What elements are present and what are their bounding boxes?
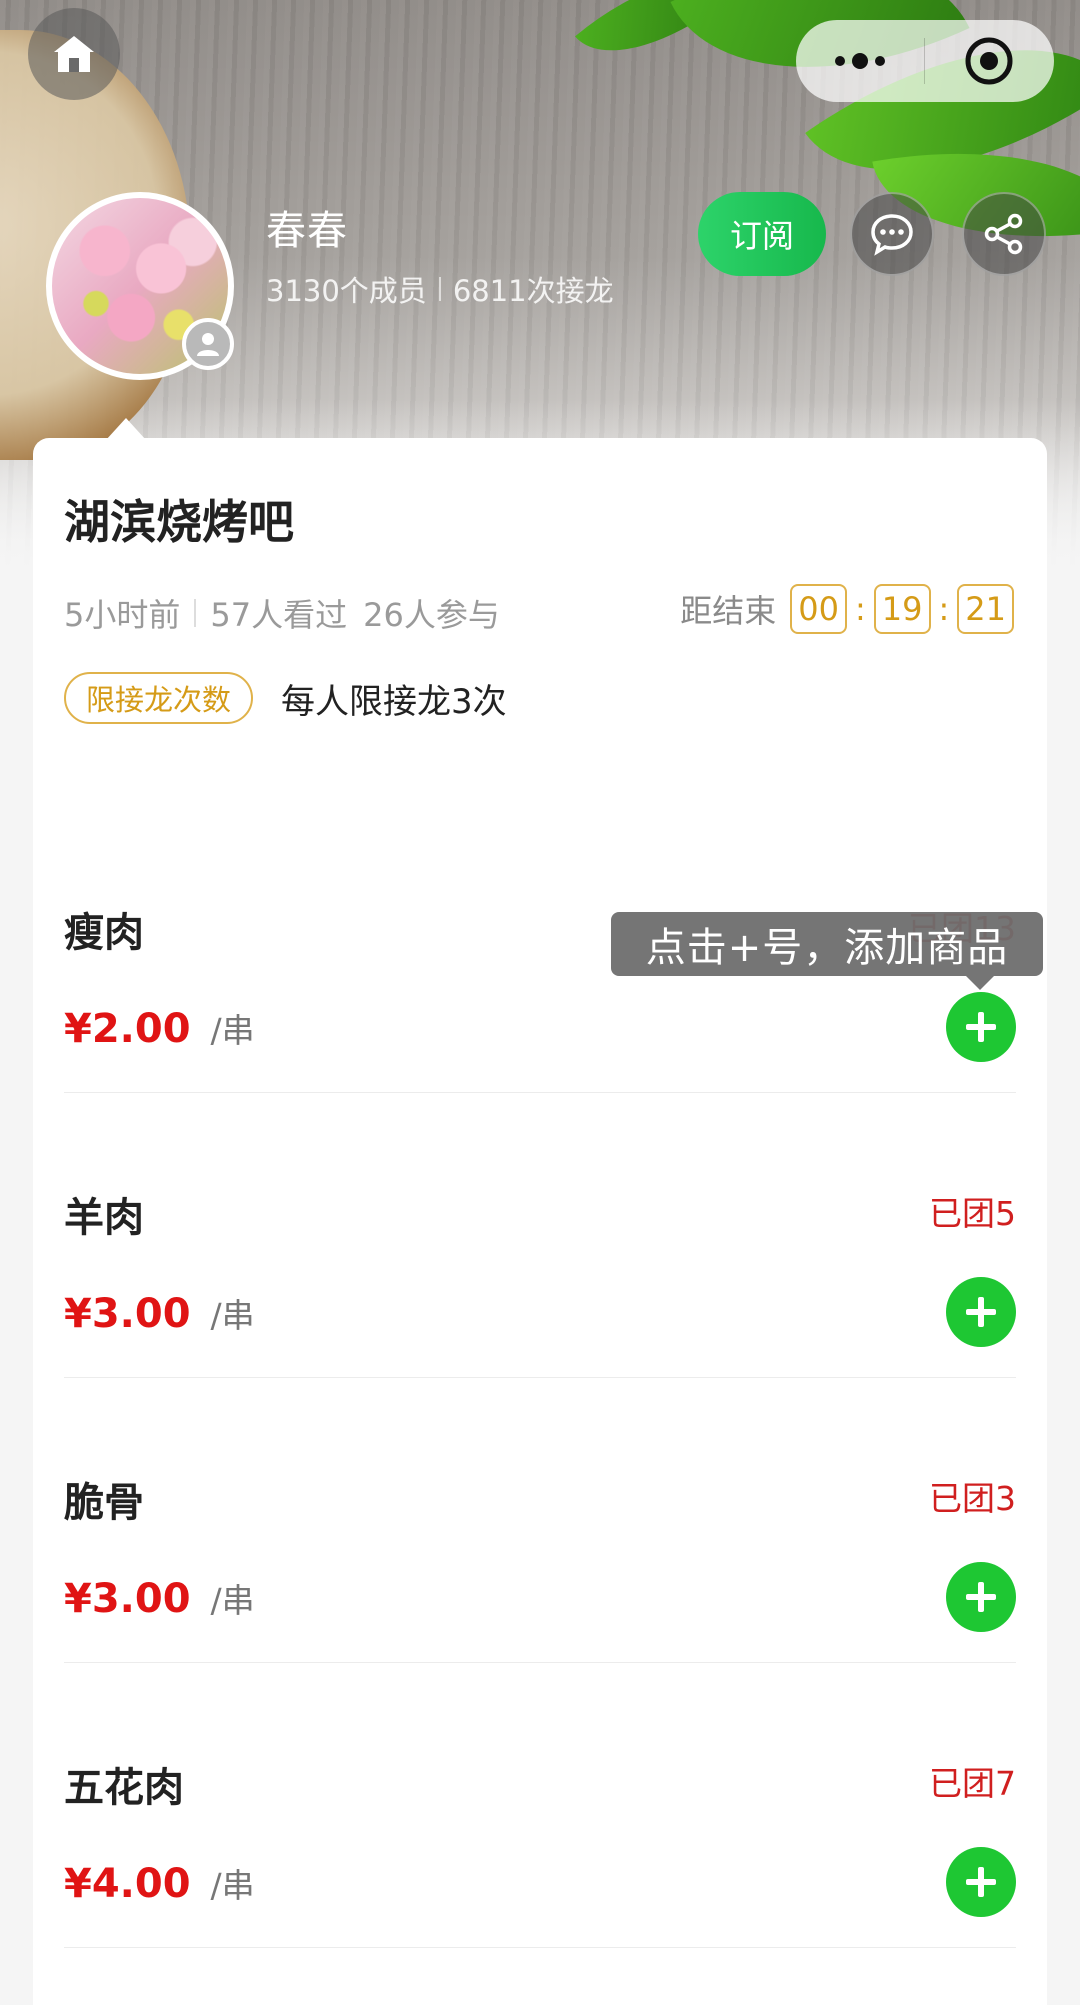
join-count: 6811次接龙 (452, 274, 614, 308)
meta-divider (194, 599, 197, 627)
limit-tag: 限接龙次数 (64, 672, 254, 724)
close-miniprogram-button[interactable] (925, 20, 1053, 102)
miniprogram-capsule (796, 20, 1054, 102)
target-icon (965, 37, 1013, 85)
share-icon (984, 213, 1023, 255)
item-divider (64, 1662, 1016, 1663)
countdown-seconds: 21 (957, 584, 1014, 634)
product-price: ¥3.00 (64, 1576, 191, 1622)
posted-time: 5小时前 (64, 596, 181, 634)
plus-icon (966, 1867, 996, 1897)
countdown-label: 距结束 (680, 592, 777, 630)
product-name: 羊肉 (64, 1195, 144, 1241)
limit-row: 限接龙次数 每人限接龙3次 (64, 672, 507, 724)
product-price: ¥2.00 (64, 1006, 191, 1052)
item-divider (64, 1947, 1016, 1948)
product-price-row: ¥4.00 /串 (64, 1859, 255, 1907)
product-unit: /串 (210, 1581, 255, 1620)
limit-text: 每人限接龙3次 (281, 681, 507, 722)
profile-name: 春春 (266, 208, 348, 254)
stat-divider (438, 277, 441, 301)
product-price-row: ¥3.00 /串 (64, 1574, 255, 1622)
item-divider (64, 1092, 1016, 1093)
chat-button[interactable] (850, 192, 934, 276)
product-unit: /串 (210, 1866, 255, 1905)
product-joined-count: 已团7 (929, 1764, 1016, 1803)
product-price: ¥4.00 (64, 1861, 191, 1907)
add-product-button[interactable] (946, 1277, 1016, 1347)
add-product-button[interactable] (946, 1562, 1016, 1632)
group-title: 湖滨烧烤吧 (64, 495, 294, 549)
countdown: 距结束 00 : 19 : 21 (680, 584, 1014, 634)
chat-icon (871, 214, 913, 256)
product-joined-count: 已团5 (929, 1194, 1016, 1233)
add-product-button[interactable] (946, 1847, 1016, 1917)
product-joined-count: 已团3 (929, 1479, 1016, 1518)
subscribe-button[interactable]: 订阅 (698, 192, 826, 276)
plus-icon (966, 1297, 996, 1327)
product-price-row: ¥2.00 /串 (64, 1004, 255, 1052)
avatar-badge (182, 318, 234, 370)
card-notch (106, 418, 146, 440)
share-button[interactable] (962, 192, 1046, 276)
product-unit: /串 (210, 1011, 255, 1050)
home-button[interactable] (28, 8, 120, 100)
member-count: 3130个成员 (266, 274, 427, 308)
countdown-minutes: 19 (873, 584, 931, 634)
group-meta: 5小时前 57人看过 26人参与 (64, 590, 500, 636)
product-item: 羊肉 已团5 ¥3.00 /串 (64, 1185, 1016, 1470)
product-item: 脆骨 已团3 ¥3.00 /串 (64, 1470, 1016, 1755)
countdown-hours: 00 (790, 584, 847, 634)
product-name: 五花肉 (64, 1765, 184, 1811)
add-product-tooltip: 点击+号，添加商品 (611, 912, 1043, 976)
product-price-row: ¥3.00 /串 (64, 1289, 255, 1337)
user-icon (197, 333, 219, 356)
countdown-colon: : (855, 590, 866, 628)
add-product-button[interactable] (946, 992, 1016, 1062)
participant-count: 26人参与 (363, 596, 500, 634)
tooltip-arrow (966, 976, 994, 990)
product-name: 瘦肉 (64, 910, 144, 956)
product-name: 脆骨 (64, 1480, 144, 1526)
more-button[interactable] (796, 20, 924, 102)
product-price: ¥3.00 (64, 1291, 191, 1337)
view-count: 57人看过 (210, 596, 348, 634)
profile-stats: 3130个成员 6811次接龙 (266, 268, 614, 310)
product-unit: /串 (210, 1296, 255, 1335)
countdown-colon: : (938, 590, 950, 628)
more-icon (835, 53, 885, 69)
product-item: 五花肉 已团7 ¥4.00 /串 (64, 1755, 1016, 2005)
item-divider (64, 1377, 1016, 1378)
home-icon (54, 36, 94, 72)
plus-icon (966, 1012, 996, 1042)
plus-icon (966, 1582, 996, 1612)
